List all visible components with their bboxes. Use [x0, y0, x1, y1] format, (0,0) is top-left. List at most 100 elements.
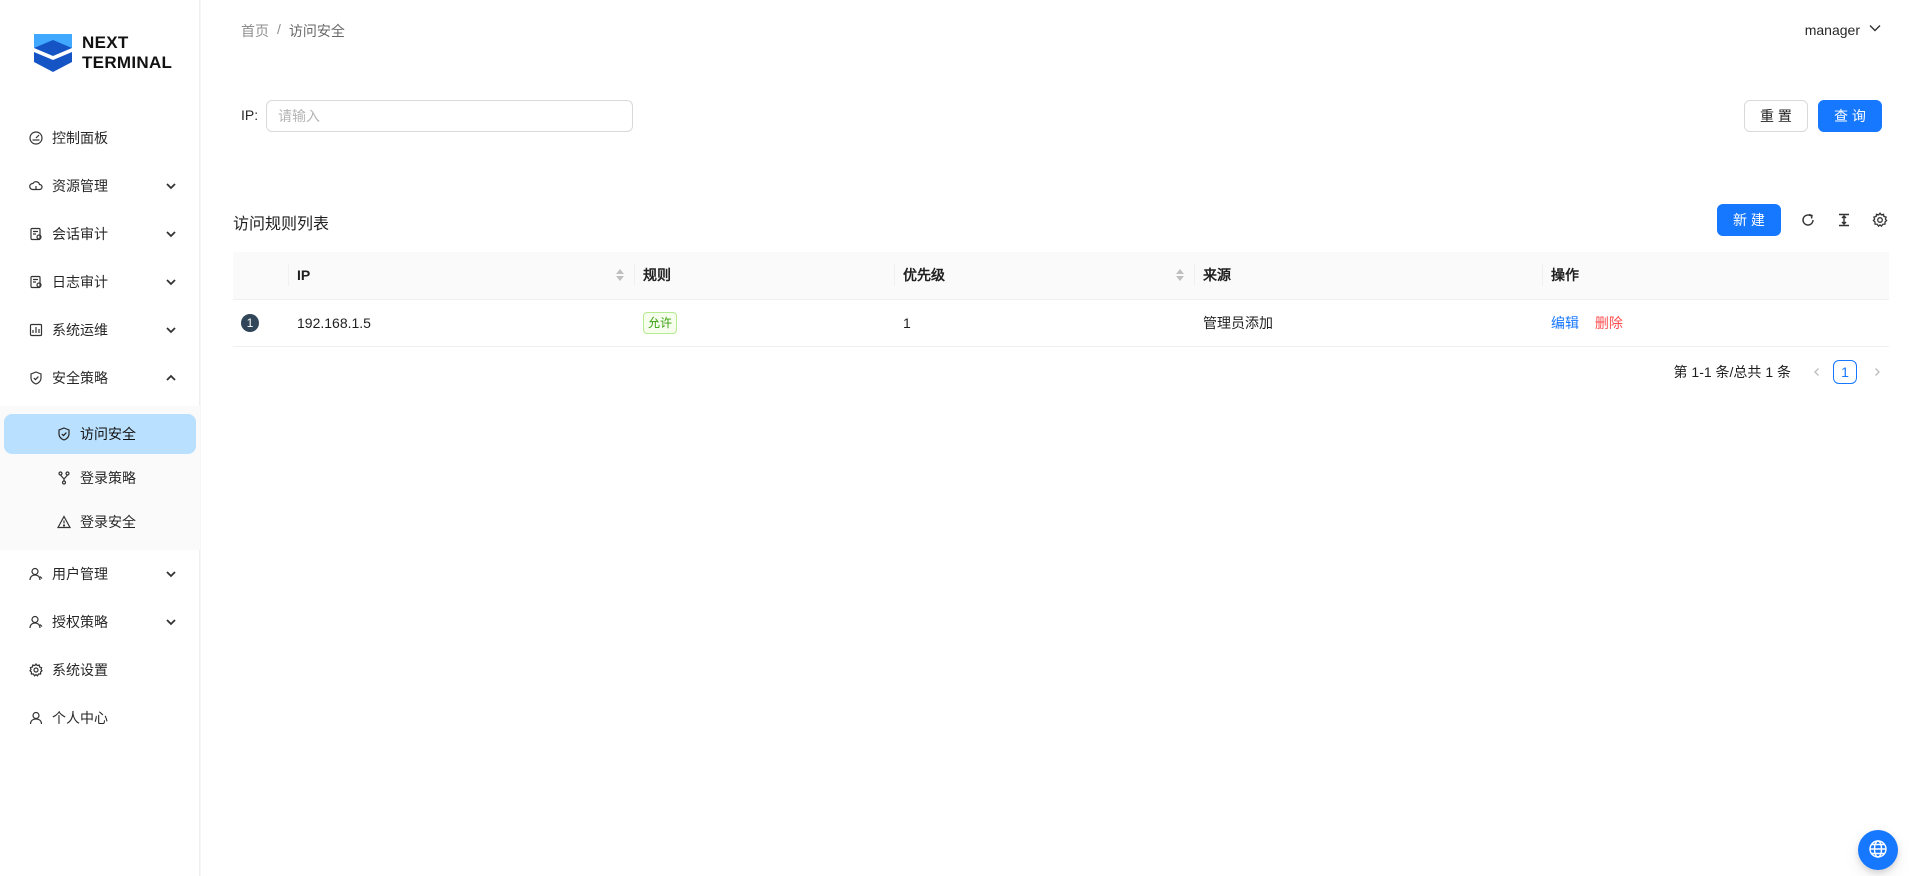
- chevron-down-icon: [164, 275, 178, 289]
- ip-search-input[interactable]: [266, 100, 633, 132]
- cell-priority: 1: [895, 299, 1195, 347]
- pagination-summary: 第 1-1 条/总共 1 条: [1673, 364, 1791, 380]
- fork-icon: [56, 470, 72, 486]
- col-rule: 规则: [635, 252, 895, 300]
- query-button[interactable]: 查 询: [1818, 100, 1882, 132]
- table-header-row: IP 规则 优先级 来源 操作: [233, 252, 1889, 300]
- sidebar-item-label: 控制面板: [52, 130, 108, 146]
- pagination: 第 1-1 条/总共 1 条 1: [1674, 360, 1889, 384]
- col-actions: 操作: [1543, 252, 1889, 300]
- user-menu[interactable]: manager: [1805, 21, 1882, 38]
- chevron-left-icon[interactable]: [1805, 360, 1829, 384]
- row-index-badge: 1: [241, 313, 259, 332]
- sidebar-item-login-policy[interactable]: 登录策略: [4, 458, 196, 498]
- col-source: 来源: [1195, 252, 1543, 300]
- audit-icon: [28, 226, 44, 242]
- col-actions-label: 操作: [1551, 267, 1579, 284]
- cell-ip: 192.168.1.5: [289, 299, 635, 347]
- sidebar-item-label: 登录安全: [80, 514, 136, 530]
- audit-icon: [28, 274, 44, 290]
- shield-check-icon: [56, 426, 72, 442]
- col-source-label: 来源: [1203, 267, 1231, 284]
- sidebar-item-dashboard[interactable]: 控制面板: [0, 118, 200, 158]
- sidebar-item-session-audit[interactable]: 会话审计: [0, 214, 200, 254]
- sidebar-item-login-security[interactable]: 登录安全: [4, 502, 196, 542]
- table-toolbar: 新 建: [1717, 204, 1889, 236]
- settings-icon[interactable]: [1871, 211, 1889, 229]
- language-button[interactable]: [1858, 830, 1898, 870]
- reload-icon[interactable]: [1799, 211, 1817, 229]
- user-icon: [28, 614, 44, 630]
- chevron-up-icon: [164, 371, 178, 385]
- sidebar-item-label: 会话审计: [52, 226, 108, 242]
- access-rules-table: IP 规则 优先级 来源 操作 1 192.168.1.5 允许 1 管理员添加…: [233, 252, 1889, 347]
- sidebar-item-authorization[interactable]: 授权策略: [0, 602, 200, 642]
- sort-icon[interactable]: [615, 268, 625, 282]
- sidebar-item-security[interactable]: 安全策略: [0, 358, 200, 398]
- rule-tag: 允许: [643, 311, 678, 334]
- sidebar-item-label: 登录策略: [80, 470, 136, 486]
- delete-link[interactable]: 删除: [1595, 315, 1623, 331]
- sidebar-item-users[interactable]: 用户管理: [0, 554, 200, 594]
- username: manager: [1804, 21, 1860, 38]
- edit-link[interactable]: 编辑: [1551, 315, 1579, 331]
- logo-icon: [32, 28, 74, 78]
- cell-rule: 允许: [635, 299, 895, 347]
- main: 首页 / 访问安全 manager IP: 重 置 查 询 访问规则列表 新 建: [201, 0, 1920, 876]
- sidebar-item-label: 系统设置: [52, 662, 108, 678]
- reset-button[interactable]: 重 置: [1744, 100, 1808, 132]
- sort-icon[interactable]: [1175, 268, 1185, 282]
- breadcrumb-separator: /: [277, 21, 281, 37]
- dashboard-icon: [28, 130, 44, 146]
- breadcrumb-current: 访问安全: [288, 23, 345, 39]
- col-ip-label: IP: [297, 267, 311, 284]
- chevron-down-icon: [164, 323, 178, 337]
- sidebar-item-label: 个人中心: [52, 710, 108, 726]
- content-area: 首页 / 访问安全 manager IP: 重 置 查 询 访问规则列表 新 建: [201, 0, 1920, 876]
- logo[interactable]: NEXT TERMINAL: [32, 28, 172, 78]
- sidebar-item-label: 授权策略: [52, 614, 108, 630]
- logo-text: NEXT TERMINAL: [82, 33, 173, 72]
- chevron-down-icon: [164, 567, 178, 581]
- col-priority-label: 优先级: [903, 267, 945, 284]
- cell-index: 1: [233, 299, 289, 347]
- sidebar-item-log-audit[interactable]: 日志审计: [0, 262, 200, 302]
- side-menu: 控制面板 资源管理 会话审计 日志审计 系统运维 安全策略 访问安全 登录策略 …: [0, 118, 200, 746]
- user-icon: [28, 566, 44, 582]
- breadcrumb-home[interactable]: 首页: [241, 21, 269, 41]
- breadcrumb: 首页 / 访问安全: [241, 21, 345, 41]
- new-button[interactable]: 新 建: [1717, 204, 1781, 236]
- sidebar-item-label: 用户管理: [52, 566, 108, 582]
- sidebar-item-ops[interactable]: 系统运维: [0, 310, 200, 350]
- cloud-icon: [28, 178, 44, 194]
- shield-icon: [28, 370, 44, 386]
- search-form: IP: 重 置 查 询: [241, 100, 1882, 132]
- col-ip[interactable]: IP: [289, 252, 635, 300]
- page-1-button[interactable]: 1: [1833, 360, 1857, 384]
- chevron-down-icon: [1868, 21, 1882, 38]
- warning-icon: [56, 514, 72, 530]
- sidebar-item-label: 访问安全: [80, 426, 136, 442]
- column-height-icon[interactable]: [1835, 211, 1853, 229]
- cell-source: 管理员添加: [1195, 299, 1543, 347]
- ops-icon: [28, 322, 44, 338]
- cell-actions: 编辑 删除: [1543, 299, 1889, 347]
- sidebar-item-label: 资源管理: [52, 178, 108, 194]
- col-priority[interactable]: 优先级: [895, 252, 1195, 300]
- sidebar-item-profile[interactable]: 个人中心: [0, 698, 200, 738]
- user-icon: [28, 710, 44, 726]
- sidebar: NEXT TERMINAL 控制面板 资源管理 会话审计 日志审计 系统运维 安…: [0, 0, 200, 876]
- sidebar-item-resources[interactable]: 资源管理: [0, 166, 200, 206]
- chevron-down-icon: [164, 615, 178, 629]
- table-title: 访问规则列表: [233, 216, 330, 233]
- chevron-down-icon: [164, 227, 178, 241]
- gear-icon: [28, 662, 44, 678]
- sidebar-item-settings[interactable]: 系统设置: [0, 650, 200, 690]
- col-index: [233, 252, 289, 300]
- globe-icon: [1868, 839, 1888, 862]
- sidebar-item-access-security[interactable]: 访问安全: [4, 414, 196, 454]
- sidebar-item-label: 安全策略: [52, 370, 108, 386]
- security-submenu: 访问安全 登录策略 登录安全: [0, 406, 200, 550]
- col-rule-label: 规则: [643, 267, 671, 284]
- chevron-right-icon[interactable]: [1865, 360, 1889, 384]
